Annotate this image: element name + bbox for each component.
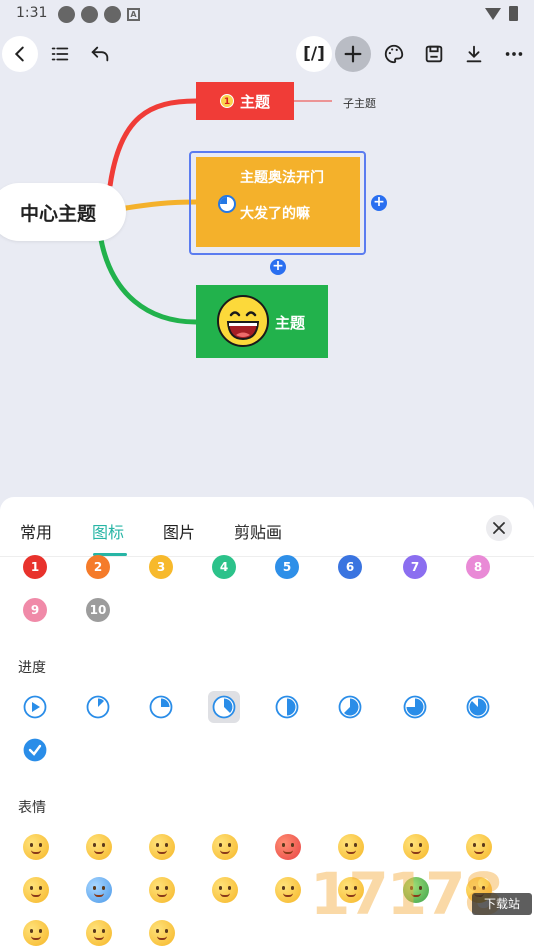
surprised-icon[interactable] <box>403 834 429 860</box>
section-title-progress: 进度 <box>18 660 46 676</box>
tab-icons[interactable]: 图标 <box>92 519 124 543</box>
laugh-icon[interactable] <box>212 877 238 903</box>
cool-icon[interactable] <box>86 920 112 946</box>
progress-12.5-icon[interactable] <box>86 695 110 719</box>
number-4-icon[interactable]: 4 <box>212 555 236 579</box>
panel-tabs: 常用 图标 图片 剪贴画 <box>0 497 534 557</box>
topic-node-yellow[interactable]: 主题奥法开门 大发了的嘛 <box>196 157 360 247</box>
toolbar: [/] <box>0 32 534 76</box>
crying-icon[interactable] <box>338 834 364 860</box>
notification-icon <box>81 6 98 23</box>
outline-list-icon[interactable] <box>42 36 78 72</box>
add-sibling-button[interactable]: + <box>371 195 387 211</box>
notification-icon <box>58 6 75 23</box>
wifi-icon <box>485 7 501 20</box>
mindmap-canvas[interactable]: 中心主题 1 主题 子主题 主题奥法开门 大发了的嘛 + + 主题 <box>0 76 534 500</box>
topic-text-line2: 大发了的嘛 <box>240 206 310 222</box>
number-1-icon[interactable]: 1 <box>23 555 47 579</box>
palette-icon[interactable] <box>376 36 412 72</box>
number-7-icon[interactable]: 7 <box>403 555 427 579</box>
close-icon <box>493 522 505 534</box>
worried-icon[interactable] <box>212 834 238 860</box>
topic-node-red[interactable]: 1 主题 <box>196 82 294 120</box>
plus-icon <box>344 45 362 63</box>
close-panel-button[interactable] <box>486 515 512 541</box>
progress-100-icon[interactable] <box>23 738 47 762</box>
progress-50-icon[interactable] <box>275 695 299 719</box>
angry-icon[interactable] <box>275 834 301 860</box>
topic-label: 主题 <box>239 92 270 111</box>
tab-images[interactable]: 图片 <box>163 519 195 543</box>
glasses-icon[interactable] <box>149 834 175 860</box>
progress-37.5-icon[interactable] <box>208 691 240 723</box>
tongue-icon[interactable] <box>23 920 49 946</box>
number-3-icon[interactable]: 3 <box>149 555 173 579</box>
progress-quarter-icon <box>218 195 236 213</box>
number-2-icon[interactable]: 2 <box>86 555 110 579</box>
notification-icons: A <box>58 6 140 23</box>
progress-87.5-icon[interactable] <box>466 695 490 719</box>
progress-75-icon[interactable] <box>403 695 427 719</box>
tab-clipart[interactable]: 剪贴画 <box>234 519 282 543</box>
back-arrow-icon[interactable] <box>2 36 38 72</box>
section-title-emoji: 表情 <box>18 800 46 816</box>
cold-icon[interactable] <box>86 877 112 903</box>
topic-text-line1: 主题奥法开门 <box>240 170 324 186</box>
number-1-icon: 1 <box>219 94 234 108</box>
tab-common[interactable]: 常用 <box>20 519 52 543</box>
confused-icon[interactable] <box>466 834 492 860</box>
number-8-icon[interactable]: 8 <box>466 555 490 579</box>
laughing-face-icon <box>217 295 269 347</box>
more-icon[interactable] <box>496 36 532 72</box>
subtopic-label[interactable]: 子主题 <box>343 95 376 111</box>
topic-node-green[interactable]: 主题 <box>196 285 328 358</box>
progress-25-icon[interactable] <box>149 695 173 719</box>
dizzy-icon[interactable] <box>275 877 301 903</box>
progress-62.5-icon[interactable] <box>338 695 362 719</box>
number-5-icon[interactable]: 5 <box>275 555 299 579</box>
sad-icon[interactable] <box>149 877 175 903</box>
status-bar: 1:31 A <box>0 0 534 28</box>
undo-icon[interactable] <box>82 36 118 72</box>
number-9-icon[interactable]: 9 <box>23 598 47 622</box>
progress-0-icon[interactable] <box>23 695 47 719</box>
number-10-icon[interactable]: 10 <box>86 598 110 622</box>
topic-label: 主题 <box>275 314 306 332</box>
smirk-icon[interactable] <box>149 920 175 946</box>
notification-icon <box>104 6 121 23</box>
center-topic-node[interactable]: 中心主题 <box>0 183 126 241</box>
watermark-tag: 下载站 <box>472 893 532 915</box>
number-6-icon[interactable]: 6 <box>338 555 362 579</box>
status-time: 1:31 <box>16 5 48 21</box>
formula-button[interactable]: [/] <box>296 36 332 72</box>
battery-icon <box>509 6 518 21</box>
app-a-icon: A <box>127 8 140 21</box>
grin-icon[interactable] <box>86 834 112 860</box>
save-icon[interactable] <box>416 36 452 72</box>
smile-icon[interactable] <box>23 834 49 860</box>
add-node-button[interactable] <box>335 36 371 72</box>
sweat-icon[interactable] <box>23 877 49 903</box>
download-icon[interactable] <box>456 36 492 72</box>
add-child-button[interactable]: + <box>270 259 286 275</box>
